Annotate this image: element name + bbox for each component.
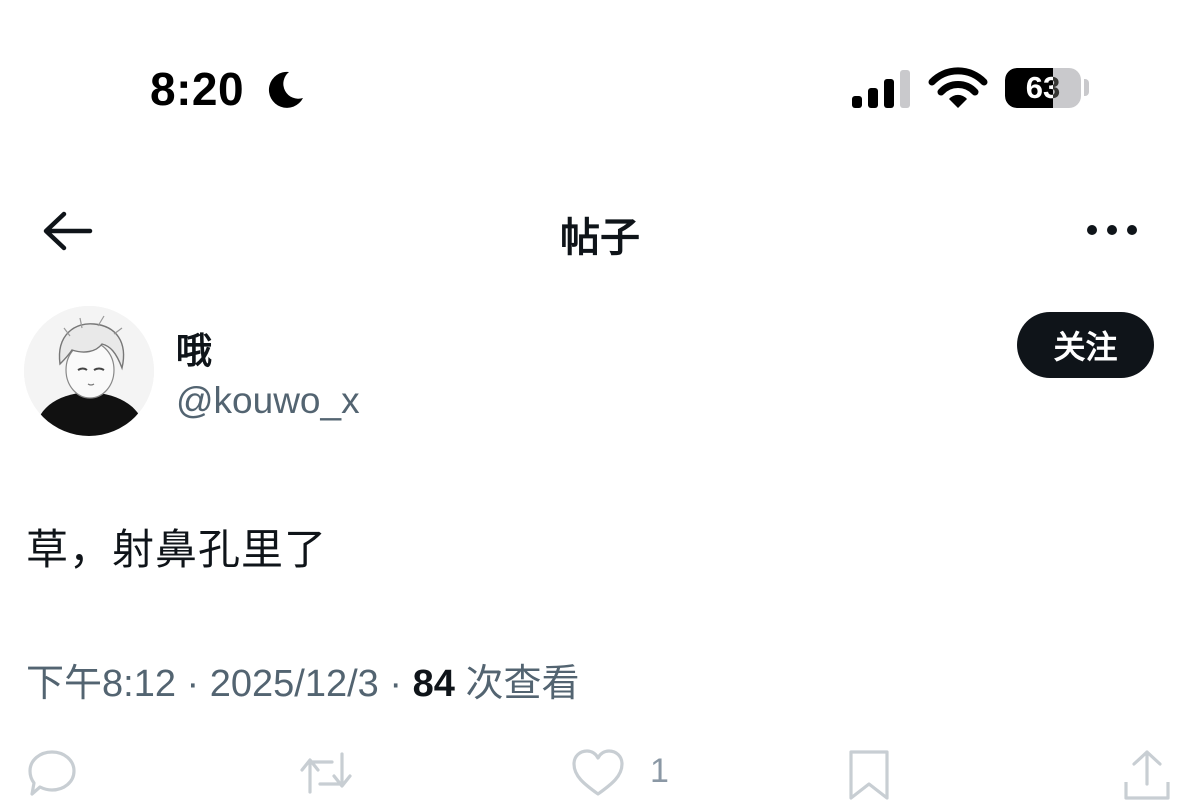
author-name[interactable]: 哦 xyxy=(176,322,212,374)
meta-separator: · xyxy=(389,663,403,705)
page-title: 帖子 xyxy=(560,216,640,260)
post-time[interactable]: 下午8:12 xyxy=(26,663,176,705)
reply-icon[interactable] xyxy=(26,748,78,798)
like-count: 1 xyxy=(650,752,669,790)
post-text: 草，射鼻孔里了 xyxy=(26,526,328,573)
share-icon[interactable] xyxy=(1122,748,1172,802)
views-count: 84 xyxy=(412,663,455,705)
heart-icon[interactable] xyxy=(570,748,626,798)
repost-icon[interactable] xyxy=(296,748,356,798)
cellular-signal-icon xyxy=(852,70,910,108)
more-options-icon[interactable] xyxy=(1084,218,1140,242)
battery-percent: 63 xyxy=(1025,70,1061,105)
meta-separator: · xyxy=(186,663,200,705)
avatar-illustration xyxy=(24,306,154,436)
moon-icon xyxy=(268,71,303,108)
battery-cap xyxy=(1084,79,1089,96)
post-meta: 下午8:12 · 2025/12/3 · 84 次查看 xyxy=(26,652,579,707)
bookmark-icon[interactable] xyxy=(846,748,892,802)
follow-button[interactable]: 关注 xyxy=(1017,312,1154,378)
author-handle[interactable]: @kouwo_x xyxy=(176,380,360,422)
status-bar-time: 8:20 xyxy=(150,63,245,115)
views-label: 次查看 xyxy=(465,663,580,705)
avatar[interactable] xyxy=(24,306,154,436)
post-date[interactable]: 2025/12/3 xyxy=(210,663,379,705)
wifi-icon xyxy=(928,67,988,108)
battery-indicator: 63 xyxy=(1005,68,1081,108)
